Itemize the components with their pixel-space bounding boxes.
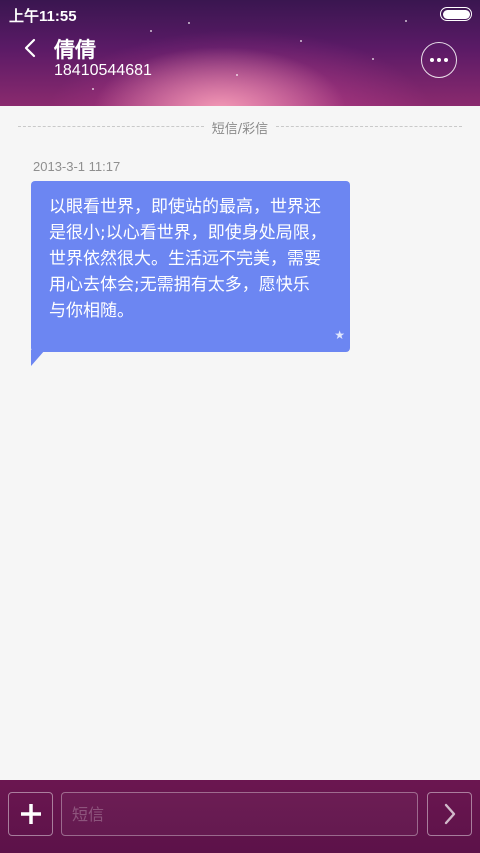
add-attachment-button[interactable] [8, 792, 53, 836]
status-time: 上午11:55 [9, 8, 77, 25]
message-input[interactable] [61, 792, 418, 836]
bubble-tail [31, 350, 45, 366]
send-button[interactable] [427, 792, 472, 836]
message-text: 以眼看世界，即使站的最高，世界还 是很小;以心看世界，即使身处局限， 世界依然很… [49, 197, 327, 321]
contact-name: 倩倩 [54, 38, 96, 62]
message-timestamp: 2013-3-1 11:17 [33, 159, 121, 174]
contact-number: 18410544681 [54, 62, 152, 79]
back-button[interactable] [16, 34, 44, 62]
thread-type-label: 短信/彩信 [211, 122, 269, 137]
header: 上午11:55 倩倩 18410544681 [0, 0, 480, 106]
plus-icon [20, 804, 41, 824]
more-dots-icon [430, 58, 434, 62]
battery-fill [442, 9, 470, 19]
more-dot [444, 58, 448, 62]
battery-icon [440, 7, 472, 21]
composer-bar [0, 780, 480, 853]
more-dot [437, 58, 441, 62]
chevron-right-icon [444, 803, 455, 825]
chevron-left-icon [24, 38, 36, 58]
thread-type-divider: 短信/彩信 [18, 118, 462, 137]
message-bubble[interactable]: 以眼看世界，即使站的最高，世界还 是很小;以心看世界，即使身处局限， 世界依然很… [31, 181, 350, 352]
more-options-button[interactable] [421, 42, 457, 78]
status-bar: 上午11:55 [0, 0, 480, 28]
star-icon: ★ [334, 328, 345, 342]
